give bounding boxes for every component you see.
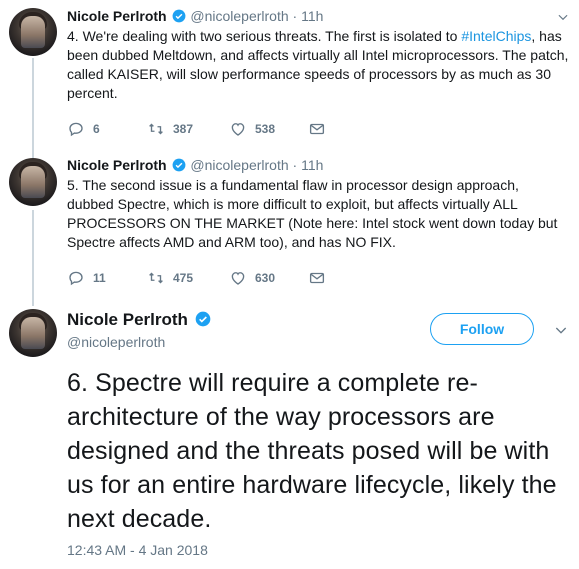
heart-icon <box>231 123 245 136</box>
tweet-text-part: 4. We're dealing with two serious threat… <box>67 28 462 44</box>
tweet-actions: 11 475 630 <box>67 269 367 287</box>
separator: · <box>292 157 298 173</box>
follow-button[interactable]: Follow <box>430 313 534 345</box>
author-name[interactable]: Nicole Perlroth <box>67 157 167 173</box>
retweet-icon <box>149 272 163 284</box>
retweet-count: 475 <box>173 271 194 285</box>
retweet-button[interactable]: 475 <box>147 269 193 287</box>
like-count: 538 <box>255 122 276 136</box>
tweet[interactable]: Nicole Perlroth @nicoleperlroth · 11h 5.… <box>67 156 569 252</box>
author-name[interactable]: Nicole Perlroth <box>67 310 211 330</box>
thread-line <box>32 210 34 306</box>
author-handle[interactable]: @nicoleperlroth <box>190 8 288 24</box>
retweet-count: 387 <box>173 122 194 136</box>
verified-badge-icon <box>173 9 186 23</box>
reply-button[interactable]: 6 <box>67 120 100 138</box>
avatar[interactable] <box>9 158 57 206</box>
tweet-header: Nicole Perlroth @nicoleperlroth · 11h <box>67 156 569 174</box>
reply-button[interactable]: 11 <box>67 269 106 287</box>
avatar[interactable] <box>9 309 57 357</box>
tweet[interactable]: Nicole Perlroth @nicoleperlroth · 11h 4.… <box>67 7 569 103</box>
hashtag-link[interactable]: #IntelChips <box>461 28 531 44</box>
like-button[interactable]: 630 <box>229 269 275 287</box>
tweet-time[interactable]: 11h <box>301 8 323 24</box>
tweet-header: Nicole Perlroth @nicoleperlroth · 11h <box>67 7 569 25</box>
retweet-button[interactable]: 387 <box>147 120 193 138</box>
tweet-timestamp[interactable]: 12:43 AM - 4 Jan 2018 <box>67 542 208 558</box>
envelope-icon <box>309 123 325 135</box>
author-name[interactable]: Nicole Perlroth <box>67 8 167 24</box>
thread-line <box>32 58 34 158</box>
envelope-icon <box>309 272 325 284</box>
chevron-down-icon[interactable] <box>553 322 569 338</box>
heart-icon <box>231 272 245 285</box>
retweet-icon <box>149 123 163 135</box>
reply-count: 11 <box>93 271 106 285</box>
like-count: 630 <box>255 271 276 285</box>
dm-button[interactable] <box>308 120 334 138</box>
dm-button[interactable] <box>308 269 334 287</box>
like-button[interactable]: 538 <box>229 120 275 138</box>
chevron-down-icon[interactable] <box>556 10 570 24</box>
avatar[interactable] <box>9 8 57 56</box>
reply-count: 6 <box>93 122 100 136</box>
tweet-text: 6. Spectre will require a complete re-ar… <box>67 369 557 533</box>
author-name-text: Nicole Perlroth <box>67 310 188 329</box>
verified-badge-icon <box>195 311 210 327</box>
author-handle[interactable]: @nicoleperlroth <box>67 334 165 350</box>
tweet-text: 4. We're dealing with two serious threat… <box>67 27 569 103</box>
tweet-actions: 6 387 538 <box>67 120 367 138</box>
author-handle[interactable]: @nicoleperlroth <box>190 157 288 173</box>
tweet-text: 5. The second issue is a fundamental fla… <box>67 177 558 250</box>
reply-icon <box>69 271 83 286</box>
reply-icon <box>69 122 83 137</box>
separator: · <box>292 8 298 24</box>
verified-badge-icon <box>173 158 186 172</box>
tweet-time[interactable]: 11h <box>301 157 323 173</box>
